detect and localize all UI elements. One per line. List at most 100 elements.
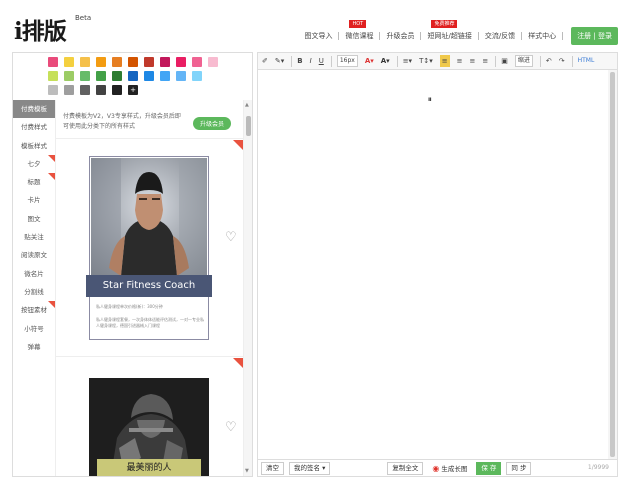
color-swatch[interactable]	[128, 57, 138, 67]
template-card-fitness[interactable]: Star Fitness Coach 私人健身课程单次价格(新)：300分钟 私…	[86, 156, 212, 340]
nav-shorturl[interactable]: 免费推荐 短网址/超链接	[421, 20, 479, 40]
color-swatch[interactable]	[80, 85, 90, 95]
color-swatch[interactable]	[192, 71, 202, 81]
save-button[interactable]: 保 存	[476, 462, 502, 475]
color-swatch[interactable]	[192, 57, 202, 67]
eraser-icon[interactable]: ✐	[262, 55, 268, 67]
logo[interactable]: i排版	[14, 12, 67, 46]
sidebar-item-namecard[interactable]: 微名片	[13, 265, 55, 283]
align-center-button[interactable]: ≡	[457, 55, 463, 67]
color-swatch[interactable]	[176, 71, 186, 81]
indent-button[interactable]: 缩进	[514, 55, 533, 67]
nav-style-center[interactable]: 样式中心	[522, 32, 564, 40]
bg-color-button[interactable]: A▾	[381, 55, 390, 67]
hot-badge: HOT	[349, 20, 367, 28]
undo-icon[interactable]: ↶	[546, 55, 552, 67]
editor: ✐ ✎▾ B I U 16px A▾ A▾ ≡▾ T↕▾ ≡ ≡ ≡ ≡ ▣ 缩…	[257, 52, 618, 477]
nav-import[interactable]: 图文导入	[298, 32, 340, 40]
align-left-button[interactable]: ≡	[439, 55, 450, 67]
editor-scroll-thumb[interactable]	[610, 72, 615, 457]
color-swatch[interactable]	[208, 57, 218, 67]
signature-select[interactable]: 我的签名 ▾	[289, 462, 331, 475]
fitness-photo	[91, 158, 207, 276]
color-swatch[interactable]	[128, 71, 138, 81]
color-swatch[interactable]	[144, 57, 154, 67]
bold-button[interactable]: B	[297, 55, 302, 67]
sync-button[interactable]: 同 步	[506, 462, 532, 475]
font-size-select[interactable]: 16px	[336, 55, 358, 67]
sidebar-item-divider[interactable]: 分割线	[13, 283, 55, 301]
sidebar-item-button[interactable]: 按钮素材	[13, 301, 55, 319]
scroll-thumb[interactable]	[246, 116, 251, 136]
char-counter: 1/9999	[587, 464, 609, 471]
toolbar-separator	[396, 55, 398, 67]
clear-button[interactable]: 清空	[261, 462, 284, 475]
sidebar-item-follow[interactable]: 贴关注	[13, 228, 55, 246]
palette-row-3: +	[48, 85, 228, 95]
color-swatch[interactable]	[112, 57, 122, 67]
template-card-firefighter[interactable]: 最美丽的人	[89, 378, 209, 476]
add-color-button[interactable]: +	[128, 85, 138, 95]
color-swatch[interactable]	[144, 71, 154, 81]
redo-icon[interactable]: ↷	[559, 55, 565, 67]
color-swatch[interactable]	[64, 85, 74, 95]
sidebar-item-paid-template[interactable]: 付费模板	[13, 100, 55, 119]
editor-scrollbar[interactable]	[608, 70, 617, 459]
color-swatch[interactable]	[96, 71, 106, 81]
long-image-button[interactable]: ◉ 生成长图	[428, 462, 472, 475]
color-swatch[interactable]	[48, 71, 58, 81]
align-right-button[interactable]: ≡	[469, 55, 475, 67]
loading-spinner-icon: ıııı	[428, 96, 432, 103]
color-swatch[interactable]	[112, 71, 122, 81]
sidebar-item-symbol[interactable]: 小符号	[13, 320, 55, 338]
sidebar-item-paid-style[interactable]: 付费样式	[13, 118, 55, 136]
nav-feedback[interactable]: 交流/反馈	[479, 32, 523, 40]
header: i排版 Beta 图文导入 HOT 微信课程 升级会员 免费推荐 短网址/超链接 交…	[0, 0, 640, 46]
color-swatch[interactable]	[112, 85, 122, 95]
color-swatch[interactable]	[160, 57, 170, 67]
favorite-heart-icon[interactable]: ♡	[225, 231, 237, 244]
favorite-heart-icon[interactable]: ♡	[225, 421, 237, 434]
list-button[interactable]: ≡▾	[403, 55, 412, 67]
toolbar-separator	[571, 55, 573, 67]
editor-toolbar: ✐ ✎▾ B I U 16px A▾ A▾ ≡▾ T↕▾ ≡ ≡ ≡ ≡ ▣ 缩…	[258, 53, 617, 70]
divider	[56, 356, 243, 357]
image-icon[interactable]: ▣	[501, 55, 508, 67]
justify-button[interactable]: ≡	[482, 55, 488, 67]
color-swatch[interactable]	[80, 71, 90, 81]
sidebar-item-card[interactable]: 卡片	[13, 191, 55, 209]
font-color-button[interactable]: A▾	[365, 55, 374, 67]
color-swatch[interactable]	[64, 57, 74, 67]
divider	[56, 138, 243, 139]
copy-all-button[interactable]: 复制全文	[387, 462, 424, 475]
firefighter-caption: 最美丽的人	[97, 459, 201, 476]
scroll-down-arrow-icon[interactable]: ▼	[245, 468, 249, 474]
color-swatch[interactable]	[64, 71, 74, 81]
color-swatch[interactable]	[80, 57, 90, 67]
color-swatch[interactable]	[160, 71, 170, 81]
color-swatch[interactable]	[96, 57, 106, 67]
sidebar-item-image-text[interactable]: 图文	[13, 210, 55, 228]
fitness-title-banner: Star Fitness Coach	[86, 275, 212, 297]
underline-button[interactable]: U	[319, 55, 324, 67]
sidebar-item-qixi[interactable]: 七夕	[13, 154, 55, 173]
sidebar-item-title[interactable]: 标题	[13, 173, 55, 191]
sidebar-item-template-style[interactable]: 模板样式	[13, 137, 55, 155]
scroll-up-arrow-icon[interactable]: ▲	[245, 102, 249, 108]
corner-flag	[233, 140, 243, 150]
italic-button[interactable]: I	[310, 55, 312, 67]
nav-upgrade[interactable]: 升级会员	[380, 32, 422, 40]
color-swatch[interactable]	[96, 85, 106, 95]
color-swatch[interactable]	[48, 57, 58, 67]
html-mode-button[interactable]: HTML	[578, 55, 595, 67]
color-swatch[interactable]	[48, 85, 58, 95]
sidebar-item-barrage[interactable]: 弹幕	[13, 338, 55, 356]
nav-course[interactable]: HOT 微信课程	[339, 20, 381, 40]
panel-scrollbar[interactable]: ▲ ▼	[243, 100, 252, 476]
line-height-button[interactable]: T↕▾	[419, 55, 433, 67]
upgrade-button[interactable]: 升级会员	[193, 117, 232, 130]
login-button[interactable]: 注册 | 登录	[571, 27, 618, 45]
sidebar-item-read-more[interactable]: 阅读原文	[13, 246, 55, 264]
color-swatch[interactable]	[176, 57, 186, 67]
format-brush-icon[interactable]: ✎▾	[275, 55, 284, 67]
